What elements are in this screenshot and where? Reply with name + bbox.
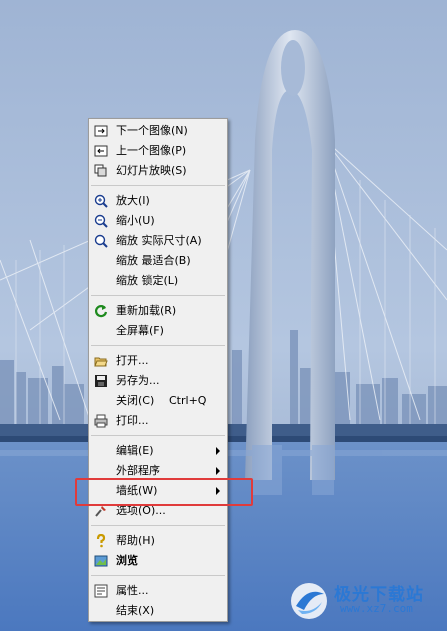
properties-icon <box>94 584 108 598</box>
menu-item-zoom-lock[interactable]: 缩放 锁定(L) <box>90 271 226 291</box>
zoom-in-icon <box>94 194 108 208</box>
menu-item-label: 另存为... <box>116 374 160 387</box>
menu-separator <box>91 525 225 526</box>
menu-item-edit[interactable]: 编辑(E) <box>90 441 226 461</box>
menu-separator <box>91 345 225 346</box>
zoom-actual-icon <box>94 234 108 248</box>
menu-item-zoom-actual[interactable]: 缩放 实际尺寸(A) <box>90 231 226 251</box>
menu-item-zoom-fit[interactable]: 缩放 最适合(B) <box>90 251 226 271</box>
menu-item-exit[interactable]: 结束(X) <box>90 601 226 621</box>
menu-item-prev-image[interactable]: 上一个图像(P) <box>90 141 226 161</box>
options-icon <box>95 506 106 517</box>
menu-item-shortcut: Ctrl+Q <box>169 394 207 407</box>
menu-item-label: 缩放 实际尺寸(A) <box>116 234 202 247</box>
open-folder-icon <box>94 357 108 367</box>
menu-item-properties[interactable]: 属性... <box>90 581 226 601</box>
submenu-arrow-icon <box>216 447 220 455</box>
reload-icon <box>94 305 108 318</box>
zoom-out-icon <box>94 214 108 228</box>
menu-separator <box>91 185 225 186</box>
menu-item-label: 上一个图像(P) <box>116 144 187 157</box>
menu-item-label: 缩放 锁定(L) <box>116 274 179 287</box>
menu-item-label: 幻灯片放映(S) <box>116 164 187 177</box>
menu-item-zoom-out[interactable]: 缩小(U) <box>90 211 226 231</box>
menu-item-label: 属性... <box>116 584 149 597</box>
menu-item-help[interactable]: 帮助(H) <box>90 531 226 551</box>
menu-item-label: 打印... <box>116 414 149 427</box>
menu-item-label: 缩放 最适合(B) <box>116 254 191 267</box>
menu-item-label: 全屏幕(F) <box>116 324 164 337</box>
menu-separator <box>91 435 225 436</box>
menu-item-label: 选项(O)... <box>116 504 166 517</box>
help-icon <box>96 534 106 548</box>
wallpaper-highlight-box <box>75 478 253 506</box>
menu-item-label: 下一个图像(N) <box>116 124 188 137</box>
watermark-url-text: www.xz7.com <box>340 602 413 615</box>
menu-item-label: 浏览 <box>116 554 138 567</box>
menu-item-zoom-in[interactable]: 放大(I) <box>90 191 226 211</box>
print-icon <box>94 414 108 428</box>
menu-item-save-as[interactable]: 另存为... <box>90 371 226 391</box>
menu-item-label: 放大(I) <box>116 194 150 207</box>
next-image-icon <box>94 125 108 137</box>
menu-item-open[interactable]: 打开... <box>90 351 226 371</box>
submenu-arrow-icon <box>216 467 220 475</box>
menu-item-fullscreen[interactable]: 全屏幕(F) <box>90 321 226 341</box>
menu-item-label: 结束(X) <box>116 604 155 617</box>
menu-item-label: 重新加载(R) <box>116 304 177 317</box>
menu-item-slideshow[interactable]: 幻灯片放映(S) <box>90 161 226 181</box>
menu-item-label: 编辑(E) <box>116 444 154 457</box>
menu-separator <box>91 575 225 576</box>
browse-icon <box>94 555 108 567</box>
menu-item-close[interactable]: 关闭(C) Ctrl+Q <box>90 391 226 411</box>
menu-item-next-image[interactable]: 下一个图像(N) <box>90 121 226 141</box>
menu-item-label: 外部程序 <box>116 464 160 477</box>
save-icon <box>95 375 107 387</box>
menu-item-label: 缩小(U) <box>116 214 155 227</box>
watermark: 极光下载站 www.xz7.com <box>288 578 443 624</box>
menu-item-label: 帮助(H) <box>116 534 155 547</box>
slideshow-icon <box>94 164 107 177</box>
prev-image-icon <box>94 145 108 157</box>
menu-item-browse[interactable]: 浏览 <box>90 551 226 571</box>
menu-item-print[interactable]: 打印... <box>90 411 226 431</box>
context-menu: 下一个图像(N) 上一个图像(P) 幻灯片放映(S) 放大(I) 缩小(U) 缩… <box>88 118 228 622</box>
menu-item-label: 关闭(C) <box>116 394 155 407</box>
watermark-logo-icon <box>291 583 327 619</box>
menu-item-label: 打开... <box>116 354 149 367</box>
menu-separator <box>91 295 225 296</box>
menu-item-reload[interactable]: 重新加载(R) <box>90 301 226 321</box>
